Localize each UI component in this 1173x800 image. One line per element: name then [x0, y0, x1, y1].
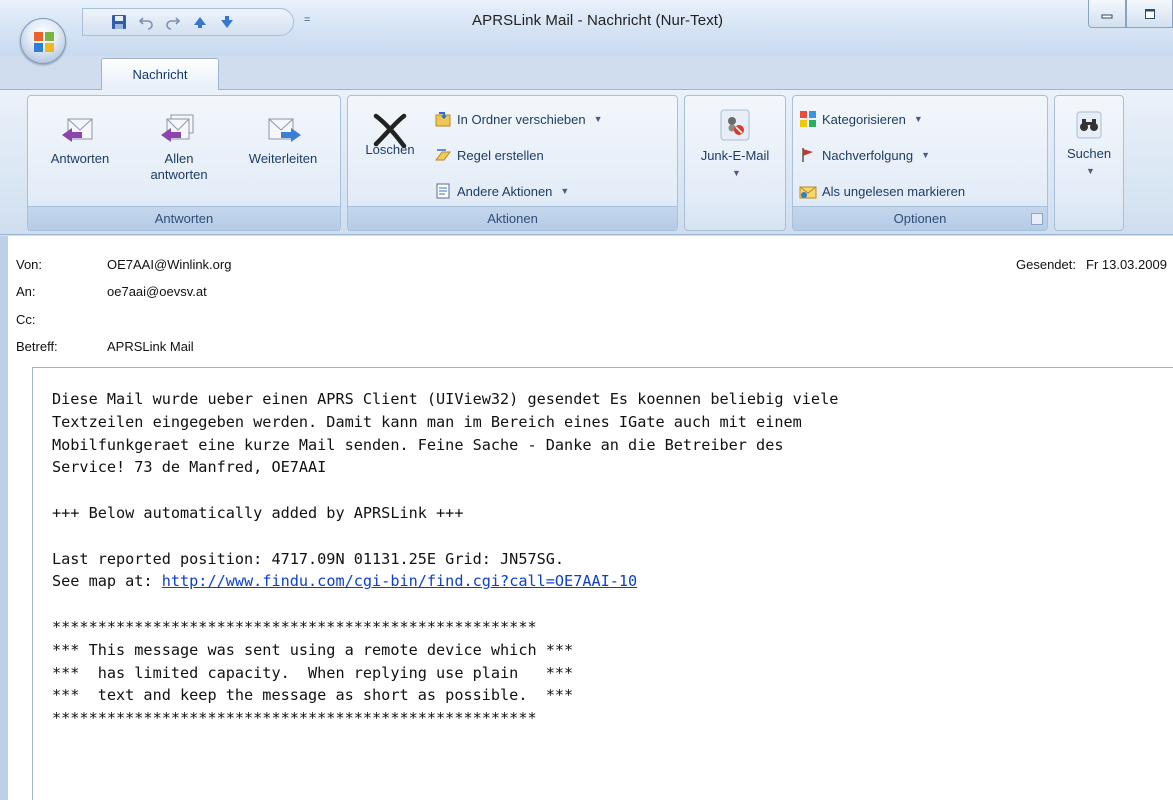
categorize-button[interactable]: Kategorisieren ▼	[799, 108, 923, 130]
maximize-icon	[1144, 8, 1155, 19]
follow-up-button[interactable]: Nachverfolgung ▼	[799, 144, 930, 166]
forward-button[interactable]: Weiterleiten	[227, 109, 339, 167]
move-to-folder-icon	[435, 112, 451, 127]
reply-all-icon	[161, 114, 194, 142]
from-value[interactable]: OE7AAI@Winlink.org	[107, 257, 231, 272]
previous-item-icon[interactable]	[190, 12, 210, 32]
message-body[interactable]: Diese Mail wurde ueber einen APRS Client…	[32, 367, 1173, 800]
subject-label: Betreff:	[16, 339, 58, 354]
next-item-icon[interactable]	[217, 12, 237, 32]
to-label: An:	[16, 284, 36, 299]
title-bar: = APRSLink Mail - Nachricht (Nur-Text)	[0, 0, 1173, 64]
create-rule-label: Regel erstellen	[457, 147, 544, 163]
chevron-down-icon: ▼	[593, 114, 603, 124]
chevron-down-icon: ▼	[1086, 166, 1095, 176]
chevron-down-icon: ▼	[913, 114, 923, 124]
body-line: ****************************************…	[52, 617, 537, 636]
move-to-folder-button[interactable]: In Ordner verschieben ▼	[434, 108, 603, 130]
categorize-label: Kategorisieren	[822, 111, 906, 127]
ribbon: Antworten Allen antworten Weiterleiten A…	[0, 89, 1173, 235]
group-actions: Löschen In Ordner verschieben ▼ Regel ers…	[347, 95, 678, 231]
office-logo-icon	[34, 32, 54, 52]
message-text: Diese Mail wurde ueber einen APRS Client…	[52, 388, 1172, 730]
from-row: Von: OE7AAI@Winlink.org	[16, 257, 231, 272]
reply-label: Antworten	[50, 151, 110, 166]
find-button[interactable]: Suchen ▼	[1055, 108, 1123, 179]
cc-label: Cc:	[16, 312, 36, 327]
sent-value: Fr 13.03.2009	[1086, 257, 1167, 272]
body-line: *** has limited capacity. When replying …	[52, 663, 574, 682]
subject-value: APRSLink Mail	[107, 339, 194, 354]
forward-label: Weiterleiten	[248, 151, 318, 166]
reply-all-label-line2: antworten	[150, 167, 208, 182]
minimize-button[interactable]	[1088, 0, 1126, 28]
subject-row: Betreff: APRSLink Mail	[16, 339, 194, 354]
office-button[interactable]	[20, 18, 66, 64]
junk-mail-button[interactable]: Junk-E-Mail ▼	[685, 108, 785, 181]
group-respond: Antworten Allen antworten Weiterleiten A…	[27, 95, 341, 231]
body-line: ****************************************…	[52, 709, 537, 728]
map-link[interactable]: http://www.findu.com/cgi-bin/find.cgi?ca…	[162, 572, 637, 590]
follow-up-label: Nachverfolgung	[822, 147, 914, 163]
binoculars-icon	[1076, 111, 1102, 139]
message-header: Von: OE7AAI@Winlink.org An: oe7aai@oevsv.a…	[0, 236, 1173, 358]
chevron-down-icon: ▼	[921, 150, 930, 160]
other-actions-button[interactable]: Andere Aktionen ▼	[434, 180, 569, 202]
junk-mail-icon	[720, 109, 750, 141]
find-label: Suchen	[1066, 146, 1112, 161]
reply-all-button[interactable]: Allen antworten	[135, 109, 223, 183]
body-line: +++ Below automatically added by APRSLin…	[52, 503, 464, 522]
group-label-respond: Antworten	[28, 206, 340, 230]
sent-label: Gesendet:	[1016, 257, 1076, 272]
body-line: *** This message was sent using a remote…	[52, 640, 574, 659]
group-find: Suchen ▼	[1054, 95, 1124, 231]
undo-icon[interactable]	[136, 12, 156, 32]
map-prefix: See map at:	[52, 572, 162, 591]
from-label: Von:	[16, 257, 43, 272]
forward-icon	[268, 118, 301, 142]
create-rule-icon	[435, 149, 451, 161]
body-line: Textzeilen eingegeben werden. Damit kann…	[52, 412, 802, 431]
customize-qat-icon[interactable]: =	[304, 14, 310, 26]
junk-mail-label: Junk-E-Mail	[700, 148, 770, 163]
flag-icon	[802, 148, 813, 162]
body-line: Last reported position: 4717.09N 01131.2…	[52, 549, 565, 568]
sent-row: Gesendet: Fr 13.03.2009	[1016, 257, 1167, 272]
reply-button[interactable]: Antworten	[32, 109, 128, 167]
group-label-actions: Aktionen	[348, 206, 677, 230]
body-line: Service! 73 de Manfred, OE7AAI	[52, 458, 327, 477]
create-rule-button[interactable]: Regel erstellen	[434, 144, 544, 166]
options-dialog-launcher[interactable]	[1031, 213, 1043, 225]
mark-unread-button[interactable]: Als ungelesen markieren	[799, 180, 965, 202]
group-label-options: Optionen	[793, 206, 1047, 230]
to-value[interactable]: oe7aai@oevsv.at	[107, 284, 207, 299]
minimize-icon	[1101, 14, 1113, 18]
delete-button[interactable]: Löschen	[354, 110, 426, 172]
body-line: Mobilfunkgeraet eine kurze Mail senden. …	[52, 435, 784, 454]
left-border	[0, 236, 8, 800]
delete-label: Löschen	[365, 142, 415, 157]
window-title: APRSLink Mail - Nachricht (Nur-Text)	[472, 12, 724, 29]
chevron-down-icon: ▼	[560, 186, 570, 196]
quick-access-toolbar	[82, 8, 294, 36]
chevron-down-icon: ▼	[732, 168, 741, 178]
save-icon[interactable]	[109, 12, 129, 32]
categorize-icon	[800, 111, 816, 127]
body-line: Diese Mail wurde ueber einen APRS Client…	[52, 390, 839, 408]
group-junk: Junk-E-Mail ▼	[684, 95, 786, 231]
tab-nachricht[interactable]: Nachricht	[101, 58, 219, 90]
redo-icon[interactable]	[163, 12, 183, 32]
other-actions-icon	[436, 183, 450, 199]
move-to-folder-label: In Ordner verschieben	[457, 111, 586, 127]
to-row: An: oe7aai@oevsv.at	[16, 284, 207, 299]
mark-unread-icon	[799, 186, 817, 199]
cc-row: Cc:	[16, 312, 107, 327]
group-options: Kategorisieren ▼ Nachverfolgung ▼ Als unge…	[792, 95, 1048, 231]
body-line: *** text and keep the message as short a…	[52, 686, 574, 705]
reply-icon	[62, 118, 93, 142]
mark-unread-label: Als ungelesen markieren	[822, 183, 966, 199]
reply-all-label-line1: Allen	[164, 151, 194, 166]
maximize-button[interactable]	[1126, 0, 1173, 28]
other-actions-label: Andere Aktionen	[457, 183, 553, 199]
